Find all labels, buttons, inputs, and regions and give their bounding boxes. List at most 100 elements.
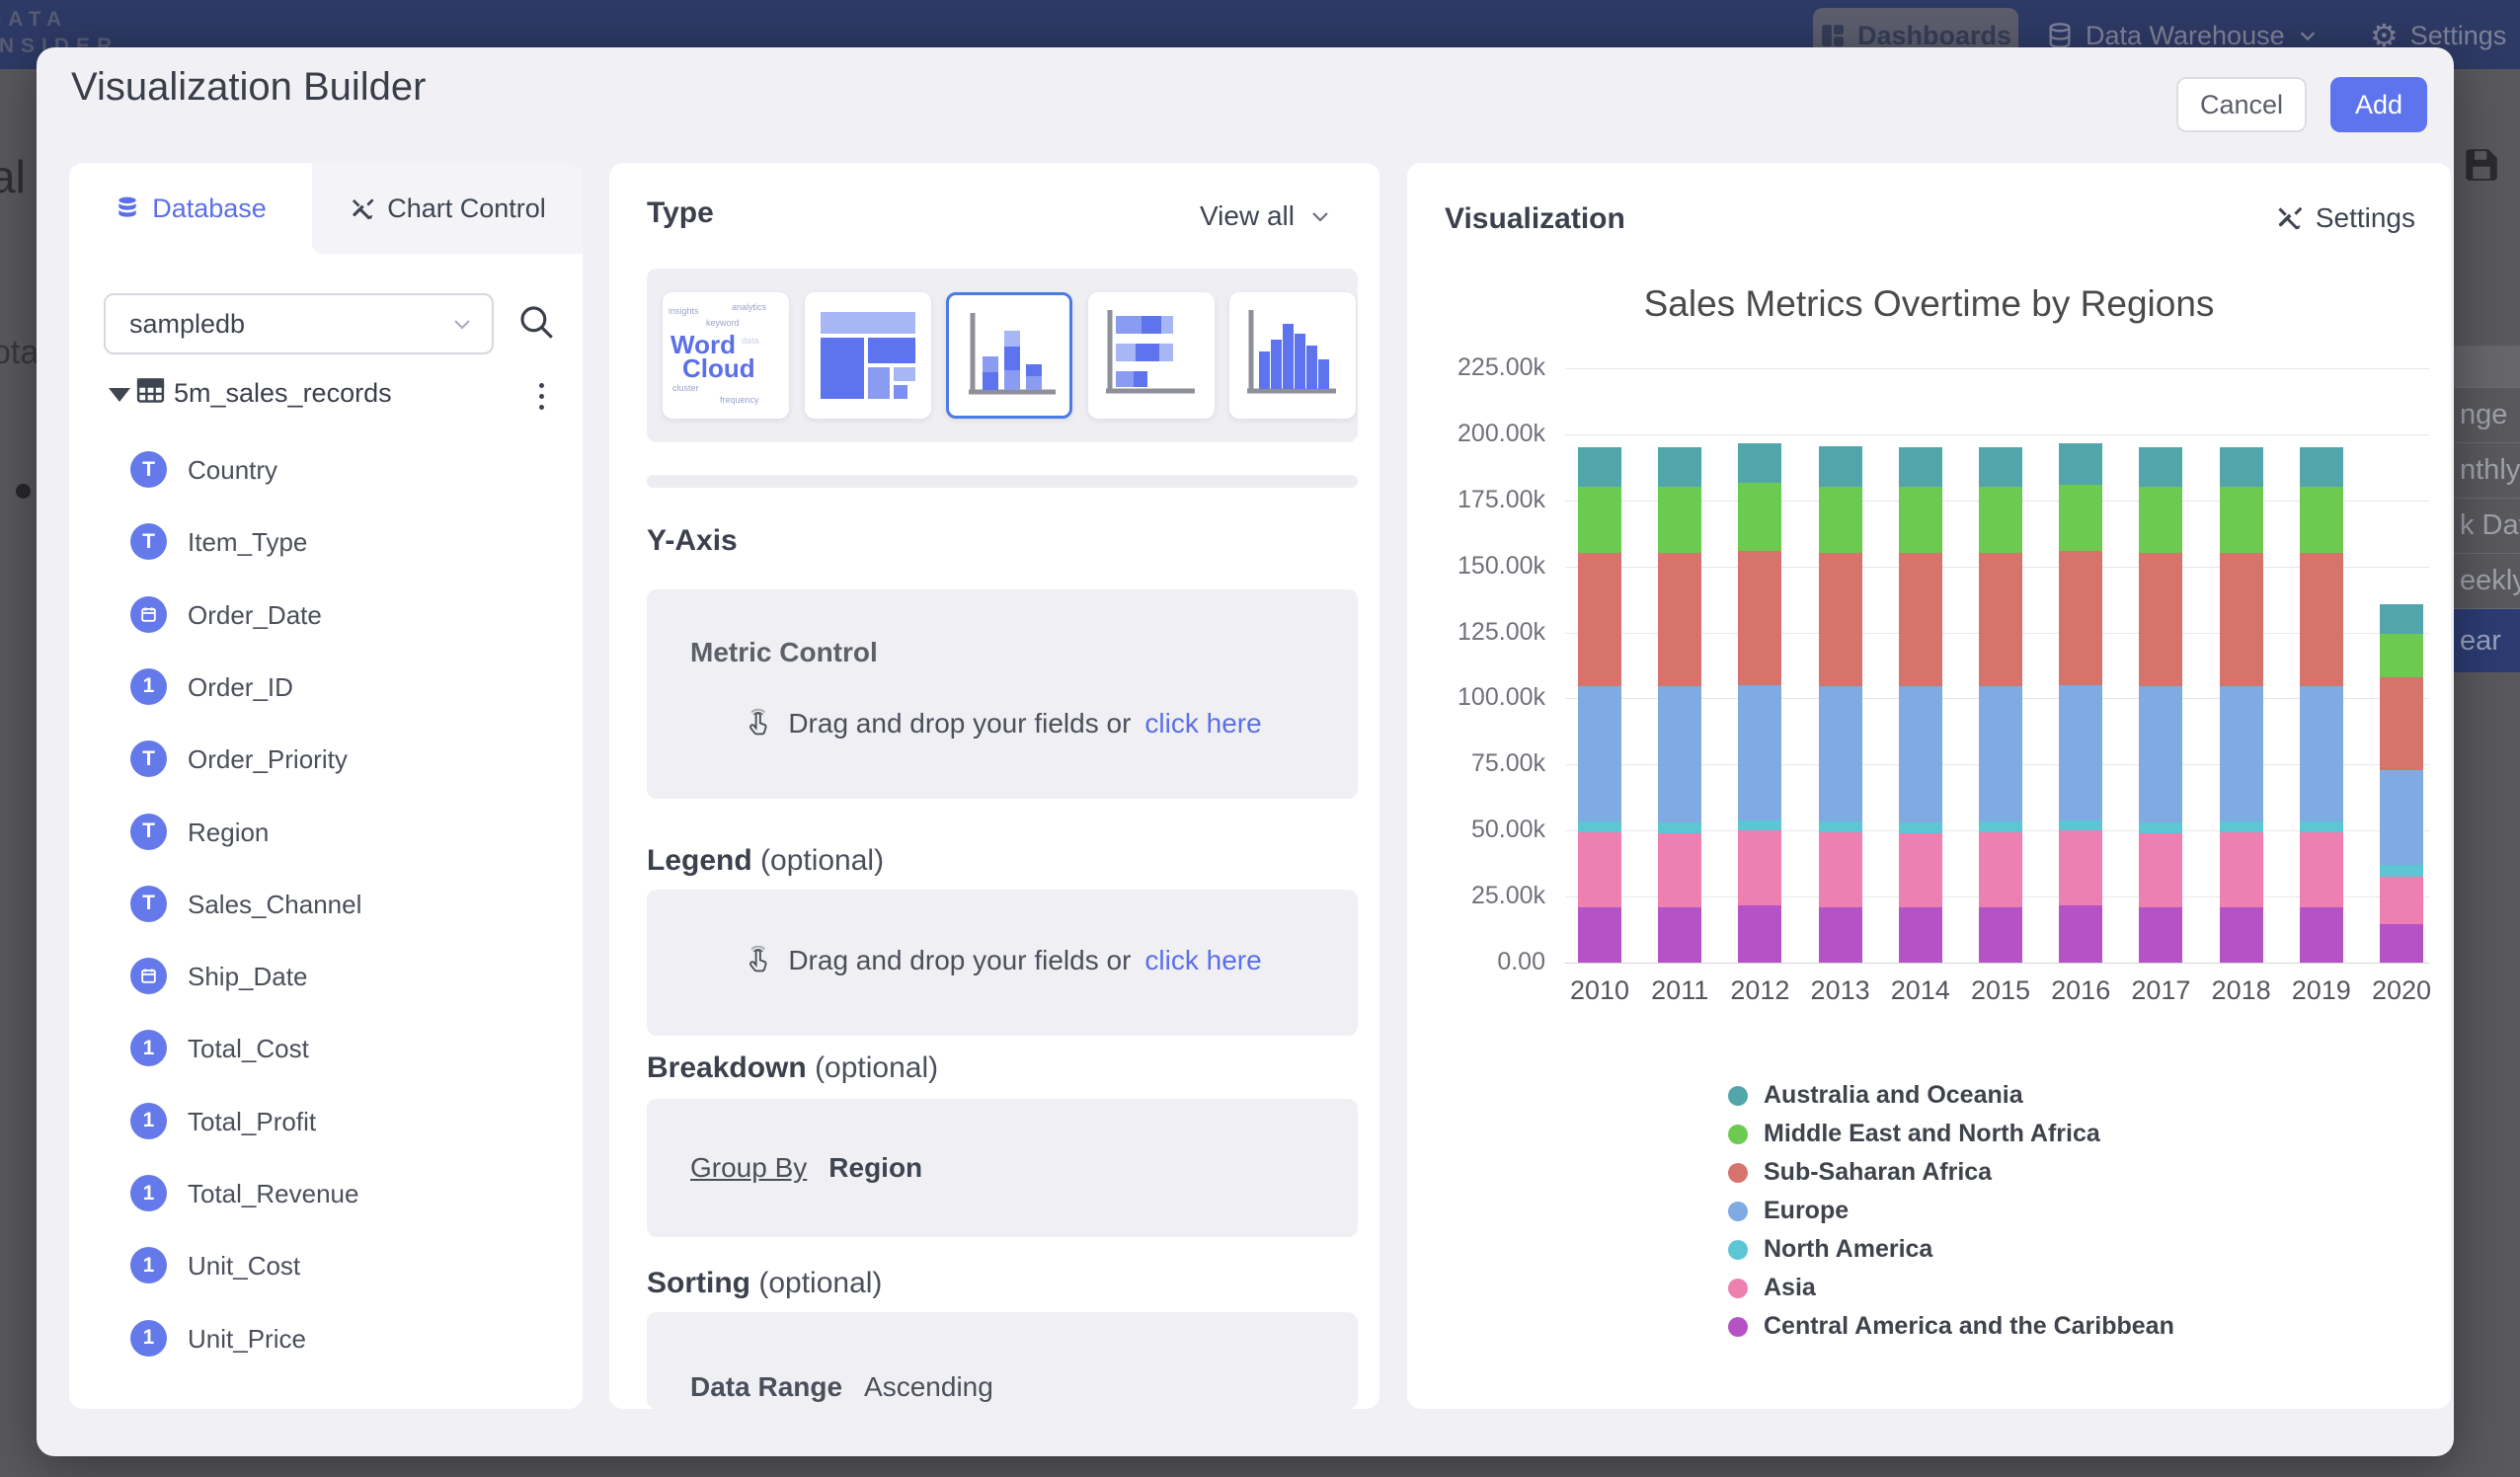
sorting-field-label[interactable]: Data Range <box>690 1371 842 1403</box>
bar-segment-2019-north-america[interactable] <box>2300 821 2343 832</box>
bar-segment-2011-australia-and-oceania[interactable] <box>1658 447 1701 487</box>
bar-segment-2011-sub-saharan-africa[interactable] <box>1658 553 1701 686</box>
bar-segment-2013-asia[interactable] <box>1819 832 1862 907</box>
bar-segment-2012-north-america[interactable] <box>1738 820 1781 831</box>
bar-segment-2010-europe[interactable] <box>1578 686 1621 820</box>
field-item-order_priority[interactable]: TOrder_Priority <box>69 732 583 787</box>
bar-segment-2010-sub-saharan-africa[interactable] <box>1578 553 1621 686</box>
bar-segment-2012-australia-and-oceania[interactable] <box>1738 443 1781 483</box>
bar-segment-2017-asia[interactable] <box>2139 833 2182 907</box>
bar-segment-2010-asia[interactable] <box>1578 832 1621 907</box>
bar-segment-2017-europe[interactable] <box>2139 686 2182 822</box>
bar-segment-2015-sub-saharan-africa[interactable] <box>1979 553 2022 686</box>
bar-segment-2012-central-america-and-the-caribbean[interactable] <box>1738 905 1781 963</box>
click-here-link[interactable]: click here <box>1144 708 1261 739</box>
legend-item[interactable]: Middle East and North Africa <box>1728 1115 2174 1153</box>
bar-segment-2012-asia[interactable] <box>1738 830 1781 905</box>
bar-segment-2014-middle-east-and-north-africa[interactable] <box>1899 487 1942 553</box>
bar-segment-2014-europe[interactable] <box>1899 686 1942 822</box>
bar-segment-2013-sub-saharan-africa[interactable] <box>1819 553 1862 686</box>
bar-segment-2012-sub-saharan-africa[interactable] <box>1738 551 1781 685</box>
bar-segment-2016-sub-saharan-africa[interactable] <box>2059 551 2102 685</box>
bar-segment-2018-central-america-and-the-caribbean[interactable] <box>2220 907 2263 963</box>
database-select[interactable]: sampledb <box>104 293 494 354</box>
field-item-sales_channel[interactable]: TSales_Channel <box>69 877 583 932</box>
bar-segment-2019-middle-east-and-north-africa[interactable] <box>2300 487 2343 553</box>
tab-chart-control[interactable]: Chart Control <box>312 163 583 254</box>
chart-type-histogram[interactable] <box>1229 292 1356 419</box>
bar-segment-2010-central-america-and-the-caribbean[interactable] <box>1578 907 1621 963</box>
bar-segment-2018-north-america[interactable] <box>2220 821 2263 832</box>
bar-segment-2019-europe[interactable] <box>2300 686 2343 820</box>
bar-segment-2020-central-america-and-the-caribbean[interactable] <box>2380 924 2423 963</box>
bar-segment-2014-asia[interactable] <box>1899 833 1942 907</box>
bar-segment-2016-north-america[interactable] <box>2059 820 2102 831</box>
bar-segment-2011-europe[interactable] <box>1658 686 1701 822</box>
bar-segment-2020-australia-and-oceania[interactable] <box>2380 604 2423 633</box>
bar-segment-2016-asia[interactable] <box>2059 830 2102 905</box>
bar-segment-2018-europe[interactable] <box>2220 686 2263 820</box>
bar-segment-2015-europe[interactable] <box>1979 686 2022 820</box>
legend-item[interactable]: Europe <box>1728 1192 2174 1230</box>
sorting-dropzone[interactable]: Data Range Ascending <box>647 1312 1358 1409</box>
field-item-unit_cost[interactable]: 1Unit_Cost <box>69 1238 583 1293</box>
bar-segment-2015-australia-and-oceania[interactable] <box>1979 447 2022 487</box>
table-menu-kebab-icon[interactable] <box>521 374 561 418</box>
tab-database[interactable]: Database <box>69 163 312 254</box>
bar-segment-2015-asia[interactable] <box>1979 832 2022 907</box>
click-here-link[interactable]: click here <box>1144 945 1261 976</box>
view-all-dropdown[interactable]: View all <box>1200 200 1332 232</box>
bar-segment-2014-sub-saharan-africa[interactable] <box>1899 553 1942 686</box>
legend-item[interactable]: Sub-Saharan Africa <box>1728 1153 2174 1192</box>
bar-segment-2018-australia-and-oceania[interactable] <box>2220 447 2263 487</box>
bar-segment-2018-asia[interactable] <box>2220 832 2263 907</box>
bar-segment-2014-north-america[interactable] <box>1899 822 1942 833</box>
bar-segment-2017-sub-saharan-africa[interactable] <box>2139 553 2182 686</box>
bar-segment-2011-middle-east-and-north-africa[interactable] <box>1658 487 1701 553</box>
bar-segment-2014-australia-and-oceania[interactable] <box>1899 447 1942 487</box>
bar-segment-2013-north-america[interactable] <box>1819 821 1862 832</box>
caret-down-icon[interactable] <box>109 388 130 402</box>
bar-segment-2011-central-america-and-the-caribbean[interactable] <box>1658 907 1701 963</box>
field-item-total_cost[interactable]: 1Total_Cost <box>69 1021 583 1076</box>
bar-segment-2015-middle-east-and-north-africa[interactable] <box>1979 487 2022 553</box>
bar-segment-2020-europe[interactable] <box>2380 770 2423 865</box>
bar-segment-2013-middle-east-and-north-africa[interactable] <box>1819 487 1862 553</box>
bar-segment-2013-australia-and-oceania[interactable] <box>1819 446 1862 487</box>
bar-segment-2011-north-america[interactable] <box>1658 822 1701 833</box>
bar-segment-2019-central-america-and-the-caribbean[interactable] <box>2300 907 2343 963</box>
bar-segment-2011-asia[interactable] <box>1658 833 1701 907</box>
bar-segment-2015-north-america[interactable] <box>1979 821 2022 832</box>
field-item-region[interactable]: TRegion <box>69 805 583 860</box>
breakdown-dropzone[interactable]: Group By Region <box>647 1099 1358 1237</box>
add-button[interactable]: Add <box>2330 77 2427 132</box>
bar-segment-2012-middle-east-and-north-africa[interactable] <box>1738 483 1781 550</box>
bar-segment-2013-central-america-and-the-caribbean[interactable] <box>1819 907 1862 963</box>
chart-type-stacked-column[interactable] <box>946 292 1072 419</box>
settings-button[interactable]: Settings <box>2274 202 2415 234</box>
metric-control-dropzone[interactable]: Metric Control Drag and drop your fields… <box>647 589 1358 799</box>
bar-segment-2016-middle-east-and-north-africa[interactable] <box>2059 485 2102 551</box>
legend-item[interactable]: North America <box>1728 1230 2174 1269</box>
carousel-scrollbar[interactable] <box>647 475 1358 488</box>
bar-segment-2020-asia[interactable] <box>2380 877 2423 924</box>
bar-segment-2010-north-america[interactable] <box>1578 821 1621 832</box>
field-item-total_revenue[interactable]: 1Total_Revenue <box>69 1166 583 1221</box>
bar-segment-2018-middle-east-and-north-africa[interactable] <box>2220 487 2263 553</box>
field-item-total_profit[interactable]: 1Total_Profit <box>69 1094 583 1149</box>
bar-segment-2013-europe[interactable] <box>1819 686 1862 820</box>
field-item-order_date[interactable]: Order_Date <box>69 587 583 643</box>
field-item-unit_price[interactable]: 1Unit_Price <box>69 1311 583 1366</box>
legend-item[interactable]: Australia and Oceania <box>1728 1076 2174 1115</box>
bar-segment-2016-central-america-and-the-caribbean[interactable] <box>2059 905 2102 963</box>
bar-segment-2017-middle-east-and-north-africa[interactable] <box>2139 487 2182 553</box>
bar-segment-2015-central-america-and-the-caribbean[interactable] <box>1979 907 2022 963</box>
group-by-value[interactable]: Region <box>828 1152 922 1184</box>
cancel-button[interactable]: Cancel <box>2176 77 2307 132</box>
bar-segment-2020-middle-east-and-north-africa[interactable] <box>2380 634 2423 677</box>
legend-dropzone[interactable]: Drag and drop your fields or click here <box>647 890 1358 1036</box>
field-item-item_type[interactable]: TItem_Type <box>69 514 583 570</box>
search-icon[interactable] <box>515 301 557 343</box>
chart-type-stacked-bar[interactable] <box>1088 292 1215 419</box>
bar-segment-2018-sub-saharan-africa[interactable] <box>2220 553 2263 686</box>
